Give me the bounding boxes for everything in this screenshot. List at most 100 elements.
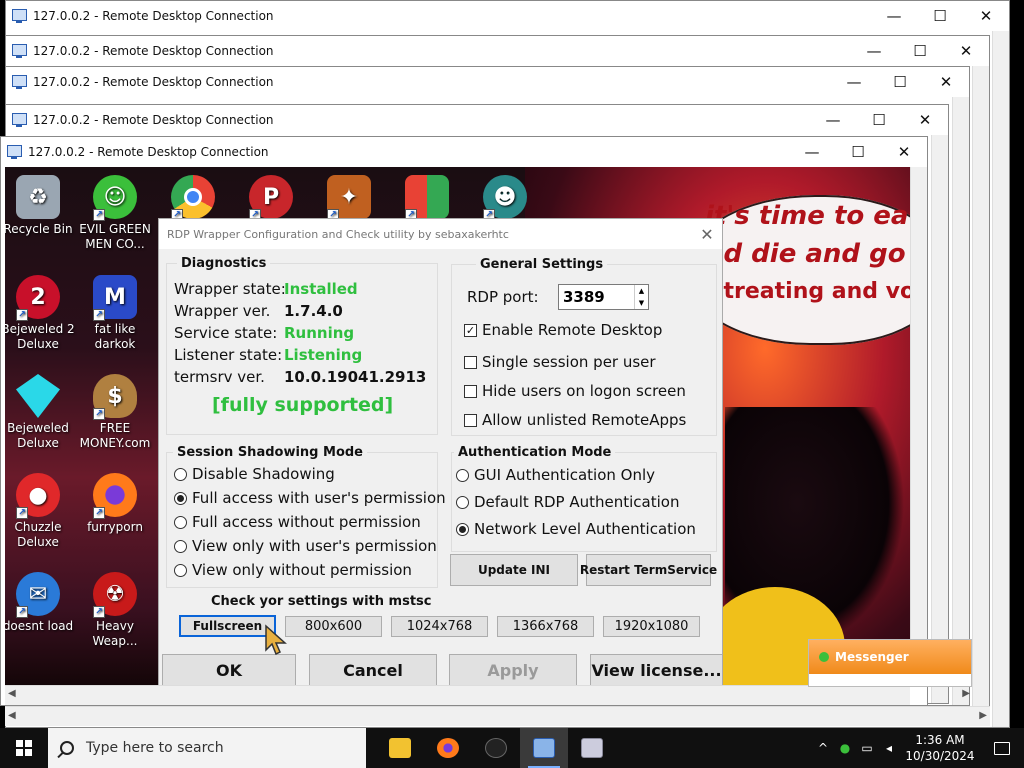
- desktop-icon-firefox[interactable]: ↗ furryporn: [76, 473, 154, 535]
- spin-down-icon[interactable]: ▼: [635, 297, 648, 309]
- dialog-close-button[interactable]: ✕: [692, 225, 722, 244]
- start-button[interactable]: [0, 728, 48, 768]
- checkbox-checked-icon[interactable]: ✓: [464, 323, 477, 337]
- taskbar-firefox[interactable]: [424, 728, 472, 768]
- desktop-icon-chuzzle[interactable]: ● ↗ Chuzzle Deluxe: [5, 473, 77, 550]
- close-button[interactable]: ✕: [943, 36, 989, 66]
- rdp-window-4-titlebar[interactable]: 127.0.0.2 - Remote Desktop Connection — …: [6, 105, 948, 135]
- rdp-window-2-titlebar[interactable]: 127.0.0.2 - Remote Desktop Connection — …: [6, 36, 989, 66]
- rdp-port-value[interactable]: 3389: [559, 288, 634, 306]
- vertical-scrollbar[interactable]: [952, 97, 969, 705]
- restart-termservice-button[interactable]: Restart TermService: [580, 554, 717, 586]
- dialog-titlebar[interactable]: RDP Wrapper Configuration and Check util…: [159, 219, 722, 249]
- radio-selected-icon[interactable]: [456, 522, 469, 536]
- scroll-left-icon[interactable]: ◀: [8, 688, 16, 699]
- cancel-button[interactable]: Cancel: [309, 654, 437, 685]
- rdp-wrapper-dialog[interactable]: RDP Wrapper Configuration and Check util…: [158, 218, 723, 686]
- rdp-window-1-titlebar[interactable]: 127.0.0.2 - Remote Desktop Connection — …: [6, 1, 1009, 31]
- close-button[interactable]: ✕: [923, 67, 969, 97]
- hide-users-checkbox[interactable]: Hide users on logon screen: [464, 382, 686, 400]
- desktop-icon-fat-like-darkok[interactable]: M ↗ fat like darkok: [76, 275, 154, 352]
- taskbar-remote-desktop[interactable]: [520, 728, 568, 768]
- radio-selected-icon[interactable]: [174, 491, 187, 505]
- checkbox-icon[interactable]: [464, 355, 477, 369]
- radio-icon[interactable]: [456, 495, 469, 509]
- radio-icon[interactable]: [174, 515, 187, 529]
- vertical-scrollbar[interactable]: [972, 66, 989, 724]
- desktop-icon-character[interactable]: ☻ ↗: [466, 175, 544, 222]
- desktop-icon-windows[interactable]: ↗: [388, 175, 466, 222]
- size-1024x768-button[interactable]: 1024x768: [391, 616, 488, 637]
- vertical-scrollbar[interactable]: [931, 135, 948, 703]
- desktop-icon-doesnt-load[interactable]: ✉ ↗ doesnt load: [5, 572, 77, 634]
- gui-authentication-radio[interactable]: GUI Authentication Only: [456, 466, 655, 484]
- update-ini-button[interactable]: Update INI: [450, 554, 578, 586]
- desktop-icon-app[interactable]: ✦ ↗: [310, 175, 388, 222]
- enable-remote-desktop-checkbox[interactable]: ✓ Enable Remote Desktop: [464, 321, 662, 339]
- minimize-button[interactable]: —: [789, 137, 835, 167]
- radio-icon[interactable]: [456, 468, 469, 482]
- maximize-button[interactable]: ☐: [897, 36, 943, 66]
- desktop-icon-free-money[interactable]: $ ↗ FREE MONEY.com: [76, 374, 154, 451]
- apply-button[interactable]: Apply: [449, 654, 577, 685]
- radio-icon[interactable]: [174, 467, 187, 481]
- spinner-arrows[interactable]: ▲ ▼: [634, 285, 648, 309]
- maximize-button[interactable]: ☐: [877, 67, 923, 97]
- maximize-button[interactable]: ☐: [856, 105, 902, 135]
- taskbar-rdp-config[interactable]: [568, 728, 616, 768]
- network-level-authentication-radio[interactable]: Network Level Authentication: [456, 520, 696, 538]
- checkbox-icon[interactable]: [464, 413, 477, 427]
- chevron-up-icon[interactable]: ^: [812, 741, 834, 755]
- scroll-left-icon[interactable]: ◀: [8, 710, 16, 721]
- messenger-popup[interactable]: Messenger: [808, 639, 972, 687]
- desktop-icon-evil-green-men[interactable]: ☺ ↗ EVIL GREEN MEN CO...: [76, 175, 154, 252]
- desktop-icon-bejeweled[interactable]: Bejeweled Deluxe: [5, 374, 77, 451]
- size-800x600-button[interactable]: 800x600: [285, 616, 382, 637]
- size-1920x1080-button[interactable]: 1920x1080: [603, 616, 700, 637]
- minimize-button[interactable]: —: [831, 67, 877, 97]
- rdp-window-5-titlebar[interactable]: 127.0.0.2 - Remote Desktop Connection — …: [1, 137, 927, 167]
- single-session-checkbox[interactable]: Single session per user: [464, 353, 656, 371]
- maximize-button[interactable]: ☐: [917, 1, 963, 31]
- network-users-icon[interactable]: ●: [834, 741, 856, 755]
- radio-icon[interactable]: [174, 563, 187, 577]
- checkbox-icon[interactable]: [464, 384, 477, 398]
- vertical-scrollbar[interactable]: [910, 167, 927, 685]
- view-license-button[interactable]: View license...: [590, 654, 722, 685]
- desktop-icon-chrome[interactable]: ↗: [154, 175, 232, 222]
- network-icon[interactable]: ▭: [856, 741, 878, 755]
- desktop-icon-bejeweled2[interactable]: 2 ↗ Bejeweled 2 Deluxe: [5, 275, 77, 352]
- minimize-button[interactable]: —: [871, 1, 917, 31]
- maximize-button[interactable]: ☐: [835, 137, 881, 167]
- spin-up-icon[interactable]: ▲: [635, 285, 648, 297]
- minimize-button[interactable]: —: [851, 36, 897, 66]
- taskbar-search[interactable]: Type here to search: [48, 728, 366, 768]
- full-access-with-permission-radio[interactable]: Full access with user's permission: [174, 489, 446, 507]
- size-1366x768-button[interactable]: 1366x768: [497, 616, 594, 637]
- view-only-without-permission-radio[interactable]: View only without permission: [174, 561, 412, 579]
- close-button[interactable]: ✕: [902, 105, 948, 135]
- scroll-right-icon[interactable]: ▶: [979, 710, 987, 721]
- notifications-button[interactable]: [980, 728, 1024, 768]
- disable-shadowing-radio[interactable]: Disable Shadowing: [174, 465, 335, 483]
- minimize-button[interactable]: —: [810, 105, 856, 135]
- desktop-icon-recycle-bin[interactable]: ♻ Recycle Bin: [5, 175, 77, 237]
- rdp-port-spinner[interactable]: 3389 ▲ ▼: [558, 284, 649, 310]
- allow-unlisted-remoteapps-checkbox[interactable]: Allow unlisted RemoteApps: [464, 411, 686, 429]
- fullscreen-button[interactable]: Fullscreen: [179, 615, 276, 637]
- volume-icon[interactable]: ◂: [878, 741, 900, 755]
- clock[interactable]: 1:36 AM 10/30/2024: [900, 732, 980, 764]
- rdp-window-3-titlebar[interactable]: 127.0.0.2 - Remote Desktop Connection — …: [6, 67, 969, 97]
- taskbar-file-explorer[interactable]: [376, 728, 424, 768]
- close-button[interactable]: ✕: [963, 1, 1009, 31]
- vertical-scrollbar[interactable]: [992, 31, 1009, 727]
- horizontal-scrollbar[interactable]: ◀ ▶: [5, 685, 970, 705]
- scroll-right-icon[interactable]: ▶: [962, 688, 970, 699]
- taskbar-terminal[interactable]: [472, 728, 520, 768]
- view-only-with-permission-radio[interactable]: View only with user's permission: [174, 537, 437, 555]
- desktop-icon-heavy-weapon[interactable]: ☢ ↗ Heavy Weap...: [76, 572, 154, 649]
- outer-horizontal-scrollbar[interactable]: ◀ ▶: [5, 706, 990, 726]
- close-button[interactable]: ✕: [881, 137, 927, 167]
- radio-icon[interactable]: [174, 539, 187, 553]
- ok-button[interactable]: OK: [162, 654, 296, 685]
